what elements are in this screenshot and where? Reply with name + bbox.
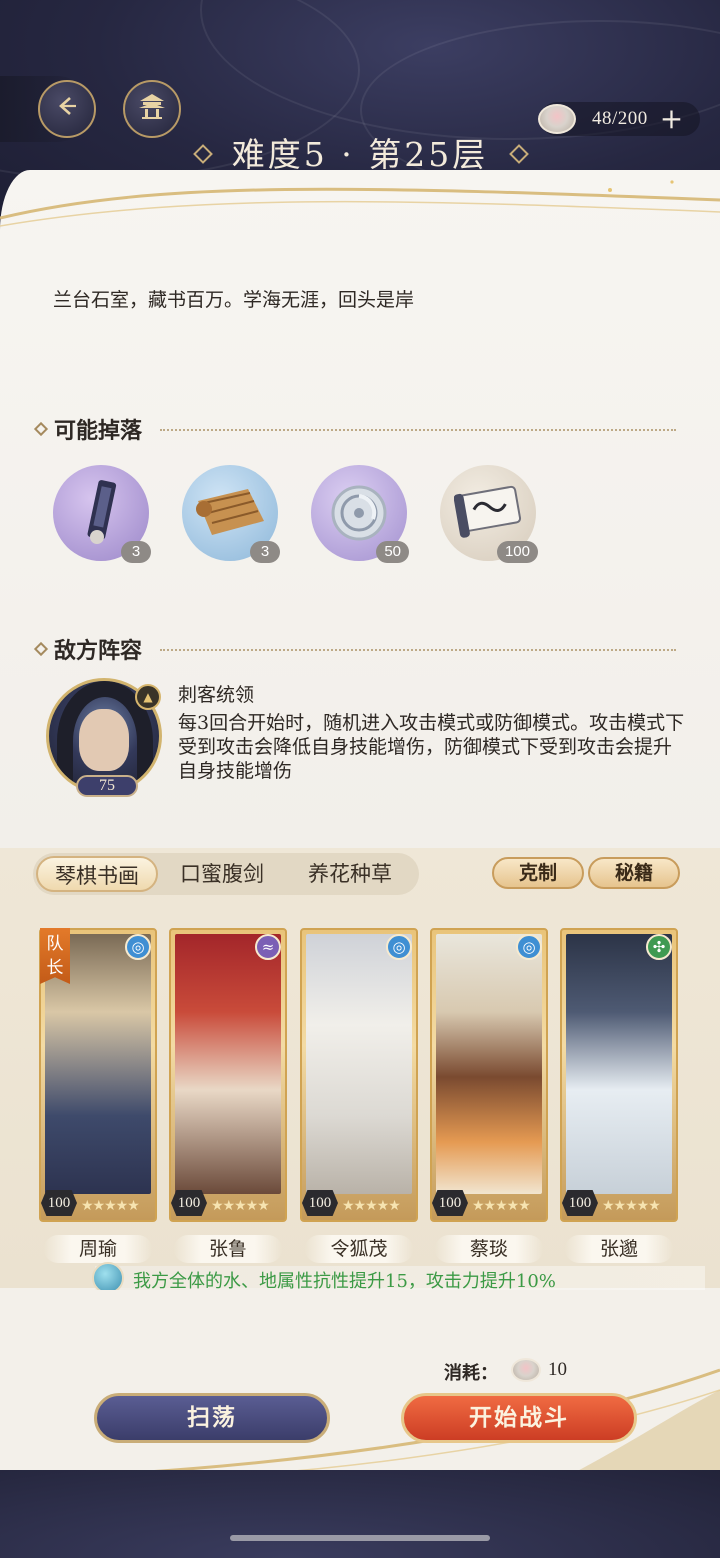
water-element-icon: ◎ bbox=[516, 934, 542, 960]
stage-description: 兰台石室，藏书百万。学海无涯，回头是岸 bbox=[53, 289, 415, 311]
tab-team-3[interactable]: 养花种草 bbox=[286, 856, 414, 892]
hero-name: 周瑜 bbox=[44, 1235, 152, 1263]
hero-level: 100 bbox=[432, 1190, 468, 1216]
cloud-element-icon: ≈ bbox=[255, 934, 281, 960]
stamina-value: 48/200 bbox=[592, 108, 648, 129]
hero-stars: ★★★★★ bbox=[81, 1198, 140, 1214]
drop-item[interactable]: 3 bbox=[53, 465, 151, 563]
back-arrow-icon bbox=[54, 93, 80, 126]
silver-coin-icon bbox=[329, 483, 389, 547]
hero-art bbox=[566, 934, 672, 1194]
hero-art bbox=[175, 934, 281, 1194]
footer-dark-band bbox=[0, 1470, 720, 1558]
hero-name: 蔡琰 bbox=[435, 1235, 543, 1263]
hero-name: 令狐茂 bbox=[305, 1235, 413, 1263]
sweep-button[interactable]: 扫荡 bbox=[94, 1393, 330, 1443]
cost-value: 10 bbox=[548, 1359, 567, 1380]
hero-card[interactable]: ◎ 100 ★★★★★ bbox=[300, 928, 418, 1222]
enemy-divider bbox=[160, 649, 676, 651]
pavilion-icon bbox=[137, 91, 167, 128]
start-battle-button[interactable]: 开始战斗 bbox=[401, 1393, 637, 1443]
enemy-skill: 每3回合开始时，随机进入攻击模式或防御模式。攻击模式下受到攻击会降低自身技能增伤… bbox=[178, 712, 685, 782]
hero-stars: ★★★★★ bbox=[472, 1198, 531, 1214]
hero-stars: ★★★★★ bbox=[602, 1198, 661, 1214]
restrain-button[interactable]: 克制 bbox=[492, 857, 584, 889]
scroll-tag-icon bbox=[83, 479, 123, 551]
enemy-title: 敌方阵容 bbox=[54, 638, 143, 664]
hero-card[interactable]: ≈ 100 ★★★★★ bbox=[169, 928, 287, 1222]
drop-count: 50 bbox=[376, 541, 409, 563]
drop-item[interactable]: 100 bbox=[440, 465, 538, 563]
enemy-level: 75 bbox=[76, 775, 138, 797]
enemy-heading: 敌方阵容 bbox=[33, 633, 143, 665]
hero-level: 100 bbox=[171, 1190, 207, 1216]
hero-name: 张鲁 bbox=[174, 1235, 282, 1263]
drop-count: 3 bbox=[121, 541, 151, 563]
home-indicator[interactable] bbox=[230, 1535, 490, 1541]
captain-badge: 队长 bbox=[40, 928, 70, 984]
water-element-icon: ◎ bbox=[125, 934, 151, 960]
water-element-icon: ◎ bbox=[386, 934, 412, 960]
hero-name: 张邈 bbox=[565, 1235, 673, 1263]
diamond-bullet-icon bbox=[33, 421, 49, 437]
wind-element-icon: ✣ bbox=[646, 934, 672, 960]
hero-card[interactable]: ✣ 100 ★★★★★ bbox=[560, 928, 678, 1222]
hero-level: 100 bbox=[41, 1190, 77, 1216]
hero-art bbox=[436, 934, 542, 1194]
hero-stars: ★★★★★ bbox=[211, 1198, 270, 1214]
stage-title: 难度5 · 第25层 bbox=[231, 135, 489, 174]
bowl-icon bbox=[511, 1358, 541, 1382]
drop-item[interactable]: 50 bbox=[311, 465, 409, 563]
drops-divider bbox=[160, 429, 676, 431]
drop-item[interactable]: 3 bbox=[182, 465, 280, 563]
drops-title: 可能掉落 bbox=[54, 418, 143, 444]
hero-stars: ★★★★★ bbox=[342, 1198, 401, 1214]
secret-manual-button[interactable]: 秘籍 bbox=[588, 857, 680, 889]
tab-team-1[interactable]: 琴棋书画 bbox=[36, 856, 158, 892]
tab-team-2[interactable]: 口蜜腹剑 bbox=[158, 856, 286, 892]
hero-card[interactable]: ◎ 100 ★★★★★ bbox=[430, 928, 548, 1222]
drop-count: 3 bbox=[250, 541, 280, 563]
hero-art bbox=[306, 934, 412, 1194]
enemy-name: 刺客统领 bbox=[178, 684, 255, 706]
embroidery-scroll-icon bbox=[453, 481, 524, 547]
drop-count: 100 bbox=[496, 541, 538, 563]
hero-level: 100 bbox=[302, 1190, 338, 1216]
team-tabs: 琴棋书画 口蜜腹剑 养花种草 bbox=[33, 853, 419, 895]
hero-level: 100 bbox=[562, 1190, 598, 1216]
enemy-rank-icon: ▲ bbox=[135, 684, 161, 710]
cost-label: 消耗： bbox=[444, 1363, 498, 1384]
diamond-bullet-icon bbox=[33, 641, 49, 657]
drops-heading: 可能掉落 bbox=[33, 413, 143, 445]
bamboo-slips-icon bbox=[194, 487, 268, 543]
